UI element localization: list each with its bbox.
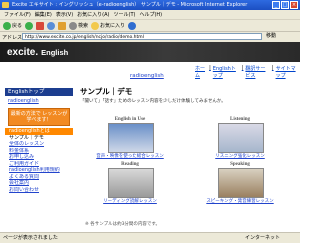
- toolbar: 戻る 検索 お気に入り: [0, 19, 300, 32]
- menu-help[interactable]: ヘルプ(H): [139, 11, 162, 18]
- nav-home[interactable]: ホーム: [195, 65, 207, 79]
- refresh-button[interactable]: [47, 21, 56, 30]
- back-arrow-icon: [3, 21, 11, 30]
- nav-english-top[interactable]: Englishトップ: [213, 65, 240, 79]
- forward-button[interactable]: [25, 21, 34, 30]
- sidebar: Englishトップ radioenglish 最新の方法で レッスンが学べます…: [5, 88, 73, 216]
- sample-thumbnail[interactable]: [108, 123, 154, 153]
- refresh-icon: [47, 21, 56, 30]
- nav-translation[interactable]: 翻訳サービス: [245, 65, 269, 79]
- address-label: アドレス: [2, 35, 23, 41]
- status-bar: ページが表示されました インターネット: [0, 232, 300, 243]
- address-input[interactable]: http://www.excite.co.jp/english/ncjo/rad…: [22, 33, 262, 40]
- media-button[interactable]: [128, 21, 137, 30]
- menu-bar: ファイル(F) 編集(E) 表示(V) お気に入り(A) ツール(T) ヘルプ(…: [0, 10, 300, 19]
- back-button[interactable]: 戻る: [3, 21, 22, 30]
- go-button[interactable]: 移動: [266, 33, 296, 40]
- sample-thumbnail[interactable]: [218, 123, 264, 153]
- footnote: ※ 各サンプルは約3分間の内容です。: [85, 222, 160, 227]
- forward-arrow-icon: [25, 21, 34, 30]
- sample-thumbnail[interactable]: [108, 168, 154, 198]
- stop-button[interactable]: [36, 21, 45, 30]
- sample-thumbnail[interactable]: [218, 168, 264, 198]
- media-icon: [128, 21, 137, 30]
- window-title: Excite エキサイト : イングリッシュ（e-radioenglish） サ…: [12, 2, 248, 8]
- lesson-cta-button[interactable]: 最新の方法で レッスンが学べます！: [8, 108, 70, 126]
- close-button[interactable]: ×: [290, 1, 298, 9]
- favorites-button[interactable]: お気に入り: [91, 21, 125, 30]
- minimize-button[interactable]: _: [272, 1, 280, 9]
- menu-favorites[interactable]: お気に入り(A): [77, 11, 109, 18]
- sidebar-item[interactable]: お問い合わせ: [5, 187, 73, 194]
- breadcrumb[interactable]: radioenglish: [130, 73, 164, 79]
- sidebar-top-link[interactable]: radioenglish: [5, 96, 73, 106]
- menu-edit[interactable]: 編集(E): [35, 11, 52, 18]
- window-titlebar: Excite エキサイト : イングリッシュ（e-radioenglish） サ…: [0, 0, 300, 10]
- star-icon: [91, 21, 100, 30]
- maximize-button[interactable]: □: [281, 1, 289, 9]
- stop-icon: [36, 21, 45, 30]
- sample-card[interactable]: Listening リスニング強化レッスン: [190, 117, 290, 160]
- home-button[interactable]: [58, 21, 67, 30]
- menu-tools[interactable]: ツール(T): [114, 11, 136, 18]
- page-title: サンプル｜デモ: [80, 87, 133, 96]
- sample-grid: English in Use 音声・映像を使った総合レッスン Listening…: [80, 117, 295, 205]
- sidebar-header[interactable]: Englishトップ: [5, 88, 73, 96]
- sample-card[interactable]: Speaking スピーキング・発音練習レッスン: [190, 162, 290, 205]
- nav-sitemap[interactable]: サイトマップ: [276, 65, 300, 79]
- search-button[interactable]: 検索: [69, 21, 88, 30]
- ie-icon: [2, 2, 9, 8]
- sample-card[interactable]: Reading リーディング読解レッスン: [80, 162, 180, 205]
- global-nav: ホーム | Englishトップ | 翻訳サービス | サイトマップ: [195, 65, 300, 79]
- sample-card[interactable]: English in Use 音声・映像を使った総合レッスン: [80, 117, 180, 160]
- home-icon: [58, 21, 67, 30]
- menu-view[interactable]: 表示(V): [56, 11, 73, 18]
- search-icon: [69, 21, 78, 30]
- intro-text: 「聞いて」「話す」ためのレッスン内容を少しだけ体験してみませんか。: [80, 99, 226, 104]
- excite-logo[interactable]: excite. English: [7, 46, 68, 58]
- menu-file[interactable]: ファイル(F): [4, 11, 31, 18]
